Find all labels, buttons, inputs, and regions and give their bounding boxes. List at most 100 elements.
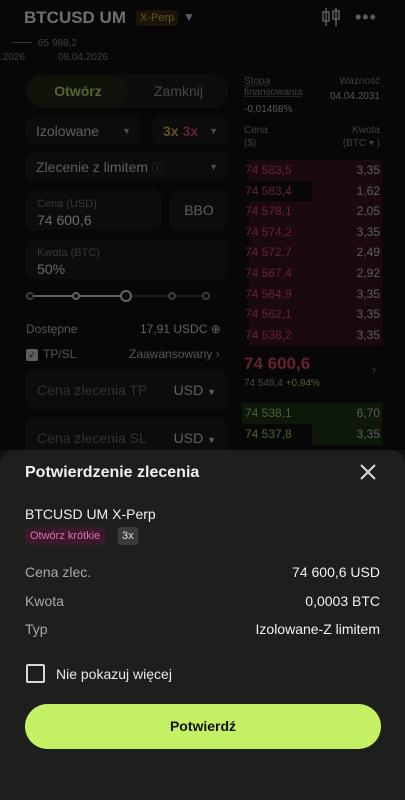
ask-row[interactable]: 74 572,7 2,49 (242, 242, 382, 264)
tab-open[interactable]: Otwórz (28, 76, 128, 106)
ask-row[interactable]: 74 583,5 3,35 (242, 160, 382, 181)
funding-rate-label[interactable]: Stopa finansowania (244, 76, 314, 98)
symbol-title[interactable]: BTCUSD UM (24, 8, 126, 28)
ask-price: 74 567,4 (245, 266, 292, 280)
order-type-select[interactable]: Zlecenie z limitem ⓘ ▼ (26, 153, 228, 181)
ask-price: 74 574,2 (245, 224, 292, 239)
quantity-input[interactable]: Kwota (BTC) 50% (26, 239, 228, 279)
chevron-down-icon: ▼ (207, 435, 216, 445)
ask-row[interactable]: 74 574,2 3,35 (242, 221, 382, 243)
mini-price-label: 65 989,2 (38, 38, 77, 49)
instrument-name: BTCUSD UM X-Perp (25, 506, 156, 522)
chevron-down-icon: ▼ (207, 387, 216, 397)
ask-qty: 3,35 (356, 224, 380, 239)
slider-stop[interactable] (26, 292, 34, 300)
dont-show-label[interactable]: Nie pokazuj więcej (56, 666, 172, 682)
margin-mode-select[interactable]: Izolowane ▼ (26, 117, 141, 145)
ask-row[interactable]: 74 562,1 3,35 (242, 304, 382, 326)
ask-row[interactable]: 74 538,2 3,35 (242, 324, 382, 346)
leverage-tag: 3x (118, 527, 138, 545)
quantity-slider[interactable] (26, 289, 210, 303)
tp-currency: USD (173, 382, 204, 398)
tp-currency-select[interactable]: USD ▼ (174, 382, 216, 398)
ask-row[interactable]: 74 567,4 2,92 (242, 263, 382, 284)
slider-stop[interactable] (202, 292, 210, 300)
ask-price: 74 583,4 (245, 183, 292, 198)
leverage-select[interactable]: 3x 3x ▼ (153, 117, 228, 145)
ask-qty: 2,05 (356, 204, 380, 219)
order-type-label: Zlecenie z limitem (36, 159, 149, 175)
close-icon[interactable] (356, 460, 380, 484)
chevron-right-icon[interactable]: › (372, 362, 376, 377)
quantity-input-label: Kwota (BTC) (37, 247, 100, 259)
leverage-short: 3x (182, 123, 199, 139)
bid-row[interactable]: 74 537,8 3,35 (242, 423, 382, 445)
ask-row[interactable]: 74 578,1 2,05 (242, 201, 382, 223)
ask-price: 74 572,7 (245, 245, 292, 260)
bid-qty: 3,35 (356, 426, 380, 441)
tab-close[interactable]: Zamknij (131, 76, 226, 106)
price-change: +0,94% (285, 378, 320, 389)
candlestick-chart-icon[interactable] (320, 6, 342, 28)
order-type-value: Izolowane-Z limitem (255, 621, 380, 637)
available-label: Dostępne (26, 322, 78, 336)
ask-row[interactable]: 74 583,4 1,62 (242, 180, 382, 202)
tp-placeholder: Cena zlecenia TP (37, 382, 148, 398)
bbo-button[interactable]: BBO (170, 190, 228, 230)
slider-handle[interactable] (120, 290, 132, 302)
advanced-label: Zaawansowany (129, 347, 213, 361)
advanced-link[interactable]: Zaawansowany › (129, 347, 220, 361)
margin-mode-label: Izolowane (36, 123, 100, 139)
ask-row[interactable]: 74 564,9 3,35 (242, 283, 382, 305)
available-amount: 17,91 USDC (140, 322, 208, 336)
col-price-header: Cena (244, 125, 268, 136)
tpsl-checkbox[interactable]: ✓ TP/SL (26, 347, 76, 361)
available-value: 17,91 USDC ⊕ (140, 322, 221, 336)
col-qty-unit-select[interactable]: (BTC ▾ ) (343, 138, 380, 149)
ask-qty: 3,35 (356, 163, 380, 177)
sl-currency: USD (173, 430, 204, 446)
order-confirmation-sheet: Potwierdzenie zlecenia BTCUSD UM X-Perp … (0, 450, 405, 800)
sheet-title: Potwierdzenie zlecenia (25, 464, 200, 481)
top-bar: BTCUSD UM X-Perp ▼ ••• (0, 0, 405, 36)
price-line (12, 42, 32, 43)
sl-placeholder: Cena zlecenia SL (37, 430, 147, 446)
ask-price: 74 564,9 (245, 286, 292, 301)
chevron-down-icon: ▼ (122, 126, 131, 136)
order-price-label: Cena zlec. (25, 564, 92, 580)
info-icon[interactable]: ⓘ (152, 163, 163, 175)
ask-qty: 2,49 (356, 245, 380, 260)
sl-currency-select[interactable]: USD ▼ (174, 430, 216, 446)
contract-badge: X-Perp (136, 10, 179, 26)
confirm-button[interactable]: Potwierdź (25, 704, 381, 749)
quantity-input-value: 50% (37, 261, 66, 277)
chevron-down-icon[interactable]: ▼ (183, 10, 195, 24)
mark-price-row: 74 548,4 +0,94% (244, 378, 320, 389)
ask-price: 74 562,1 (245, 307, 292, 322)
ask-qty: 2,92 (356, 266, 380, 280)
plus-circle-icon[interactable]: ⊕ (211, 322, 221, 336)
tp-price-input[interactable]: Cena zlecenia TP USD ▼ (26, 370, 228, 410)
slider-stop[interactable] (168, 292, 176, 300)
slider-stop[interactable] (72, 292, 80, 300)
mini-chart-axis: 65 989,2 .2026 09.04.2026 (0, 38, 405, 64)
ask-price: 74 538,2 (245, 327, 292, 342)
bid-row[interactable]: 74 538,1 6,70 (242, 403, 382, 424)
checkbox-checked-icon: ✓ (26, 348, 38, 361)
more-options-icon[interactable]: ••• (355, 7, 377, 28)
order-qty-label: Kwota (25, 593, 64, 609)
date-label: 09.04.2026 (58, 52, 109, 63)
price-input[interactable]: Cena (USD) 74 600,6 (26, 190, 162, 230)
chevron-down-icon: ▼ (209, 162, 218, 172)
price-input-label: Cena (USD) (37, 198, 97, 210)
ask-qty: 1,62 (356, 183, 380, 198)
mark-price: 74 548,4 (244, 378, 283, 389)
chevron-down-icon: ▼ (209, 126, 218, 136)
open-close-toggle: Otwórz Zamknij (26, 74, 228, 108)
bid-price: 74 537,8 (245, 426, 292, 441)
col-qty-header: Kwota (352, 125, 380, 136)
dont-show-checkbox[interactable] (26, 664, 45, 683)
last-price: 74 600,6 (244, 354, 311, 373)
col-price-unit: ($) (244, 138, 257, 149)
expiry-value: 04.04.2031 (329, 91, 380, 102)
